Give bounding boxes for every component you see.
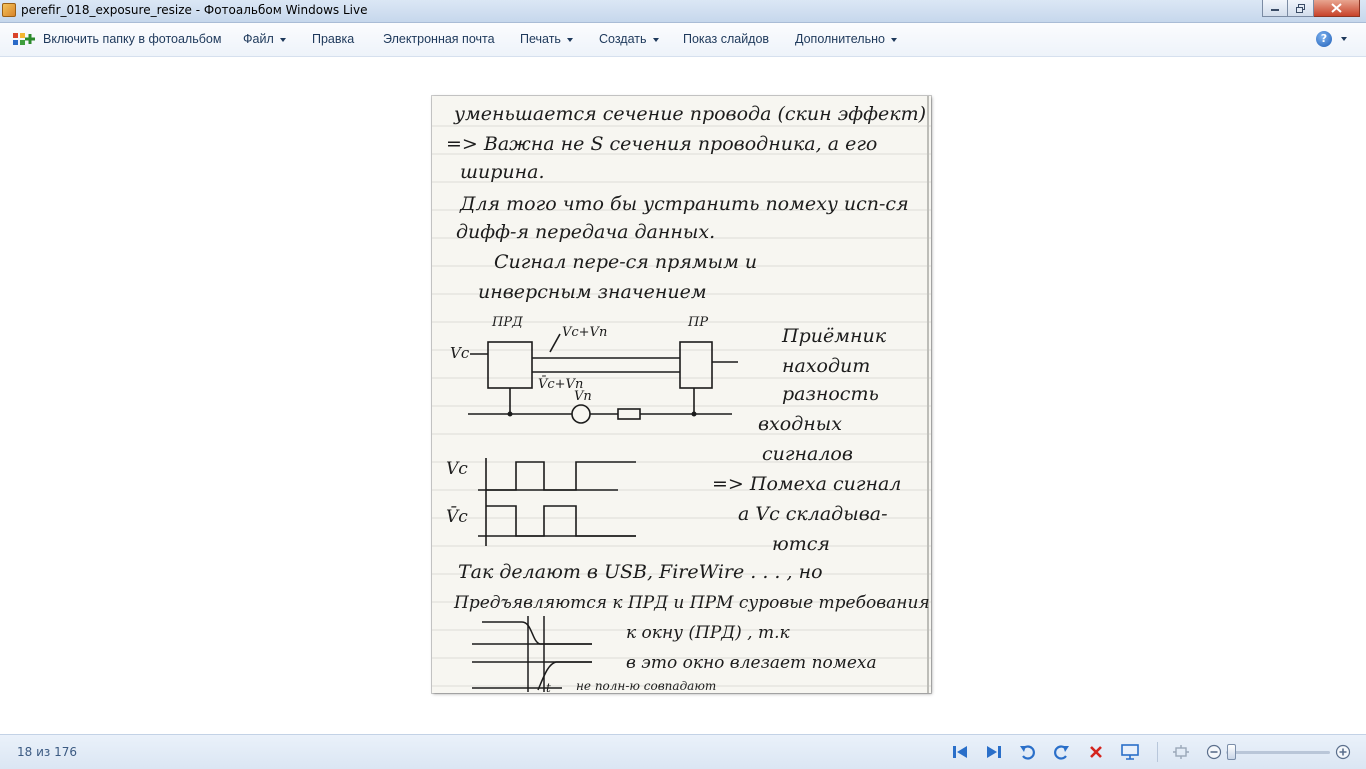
close-icon: [1331, 3, 1342, 13]
zoom-in-button[interactable]: [1334, 743, 1352, 761]
note-line: => Важна не S сечения проводника, а его: [446, 133, 877, 155]
menu-more-label: Дополнительно: [795, 32, 885, 46]
fit-icon: [1173, 745, 1189, 759]
help-chevron-down-icon[interactable]: [1341, 37, 1347, 41]
note-line: к окну (ПРД) , т.к: [626, 623, 790, 643]
note-line: в это окно влезает помеха: [626, 653, 877, 673]
zoom-in-icon: [1335, 744, 1351, 760]
previous-icon: [953, 746, 967, 758]
note-line: уменьшается сечение провода (скин эффект…: [453, 103, 926, 125]
note-line: инверсным значением: [478, 281, 707, 303]
delete-icon: [1090, 746, 1102, 758]
rotate-right-button[interactable]: [1053, 743, 1071, 761]
photo: уменьшается сечение провода (скин эффект…: [432, 96, 931, 693]
notebook-page: уменьшается сечение провода (скин эффект…: [432, 96, 931, 693]
menu-file-label: Файл: [243, 32, 274, 46]
photo-counter: 18 из 176: [17, 745, 77, 759]
zoom-slider-thumb[interactable]: [1227, 744, 1236, 760]
chevron-down-icon: [890, 37, 897, 42]
zoom-slider-track[interactable]: [1226, 751, 1330, 754]
restore-icon: [1295, 3, 1305, 13]
slideshow-icon: [1121, 744, 1139, 760]
note-line: Так делают в USB, FireWire . . . , но: [458, 561, 823, 583]
menu-more[interactable]: Дополнительно: [795, 32, 897, 46]
t-label: t: [546, 681, 551, 693]
menu-slideshow[interactable]: Показ слайдов: [683, 32, 769, 46]
chevron-down-icon: [279, 37, 286, 42]
wave-top-label: Vc: [446, 459, 468, 479]
tx-label: ПРД: [491, 315, 523, 330]
zoom-out-icon: [1206, 744, 1222, 760]
chevron-down-icon: [652, 37, 659, 42]
note-line: не полн-ю совпадают: [576, 679, 716, 693]
menu-print-label: Печать: [520, 32, 561, 46]
delete-button[interactable]: [1087, 743, 1105, 761]
fit-button[interactable]: [1172, 743, 1190, 761]
vn-label: Vп: [574, 389, 592, 404]
chevron-down-icon: [566, 37, 573, 42]
menu-create[interactable]: Создать: [599, 32, 659, 46]
title-bar: perefir_018_exposure_resize - Фотоальбом…: [0, 0, 1366, 23]
side-note-line: Приёмник: [781, 325, 887, 347]
side-note-line: входных: [758, 413, 842, 435]
side-note-line: разность: [782, 383, 879, 405]
maximize-button[interactable]: [1288, 0, 1314, 17]
previous-button[interactable]: [951, 743, 969, 761]
side-note-line: сигналов: [762, 443, 853, 465]
toolbar-divider: [1157, 742, 1158, 762]
minimize-icon: [1271, 9, 1279, 11]
rx-label: ПР: [687, 315, 708, 330]
wave-bottom-label: V̄c: [446, 505, 468, 527]
menu-bar: Включить папку в фотоальбом Файл Правка …: [0, 23, 1366, 57]
menu-create-label: Создать: [599, 32, 647, 46]
side-note-line: ются: [772, 533, 830, 555]
slideshow-button[interactable]: [1121, 743, 1139, 761]
note-line: Сигнал пере-ся прямым и: [494, 251, 757, 273]
menu-email[interactable]: Электронная почта: [383, 32, 495, 46]
close-button[interactable]: [1314, 0, 1360, 17]
note-line: Предъявляются к ПРД и ПРМ суровые требов…: [453, 593, 930, 613]
edge-diagram: [472, 616, 592, 692]
vc-label: Vc: [450, 344, 470, 362]
app-icon: [2, 3, 16, 17]
note-line: Для того что бы устранить помеху исп-ся: [459, 193, 909, 215]
window-controls: [1262, 0, 1360, 18]
zoom-out-button[interactable]: [1205, 743, 1223, 761]
window-title: perefir_018_exposure_resize - Фотоальбом…: [21, 3, 368, 17]
menu-edit[interactable]: Правка: [312, 32, 354, 46]
menu-file[interactable]: Файл: [243, 32, 286, 46]
side-note-line: а Vc складыва-: [738, 503, 888, 525]
menu-print[interactable]: Печать: [520, 32, 573, 46]
rotate-left-icon: [1020, 745, 1035, 760]
rotate-left-button[interactable]: [1018, 743, 1036, 761]
vc-vn-top-label: Vc+Vп: [562, 325, 607, 340]
rotate-right-icon: [1054, 745, 1069, 760]
note-line: дифф-я передача данных.: [456, 221, 715, 243]
note-line: ширина.: [460, 161, 545, 183]
status-bar: 18 из 176: [0, 734, 1366, 769]
add-folder-icon: [13, 33, 35, 45]
help-icon[interactable]: ?: [1316, 31, 1332, 47]
menu-add-folder[interactable]: Включить папку в фотоальбом: [43, 32, 221, 46]
next-button[interactable]: [985, 743, 1003, 761]
side-note-line: находит: [782, 355, 870, 377]
side-note-line: => Помеха сигнал: [712, 473, 901, 495]
waveform-diagram: [478, 458, 636, 546]
next-icon: [987, 746, 1001, 758]
minimize-button[interactable]: [1262, 0, 1288, 17]
